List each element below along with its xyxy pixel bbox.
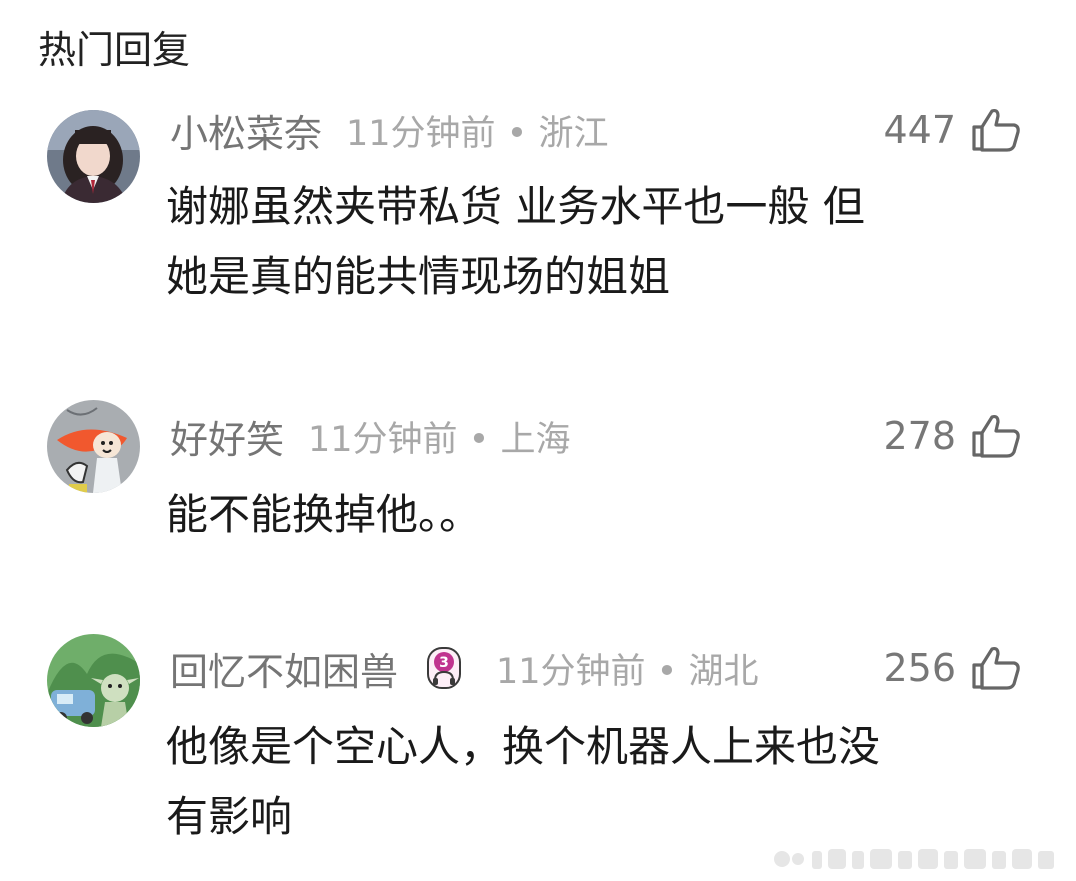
badge-level-text: 3: [439, 655, 449, 671]
comment-text-line: 她是真的能共情现场的姐姐: [166, 252, 671, 301]
comment-text: 他像是个空心人，换个机器人上来也没 有影响: [166, 712, 1026, 852]
time-location: 11分钟前 • 湖北: [496, 651, 759, 692]
comment-text-line: 谢娜虽然夹带私货 业务水平也一般 但: [166, 182, 865, 231]
thumbs-up-icon: [972, 108, 1020, 152]
user-avatar[interactable]: [47, 110, 140, 203]
like-button[interactable]: 447: [883, 102, 1022, 158]
comment-text-line: 能不能换掉他。。: [166, 490, 482, 539]
avatar-cartoon-red-hair-icon: [47, 400, 140, 493]
username[interactable]: 回忆不如困兽: [170, 641, 398, 696]
comment-meta: 回忆不如困兽 3 11分钟前 • 湖北: [170, 640, 758, 696]
user-avatar[interactable]: [47, 400, 140, 493]
avatar-girl-school-uniform-icon: [47, 110, 140, 203]
comment-meta: 小松菜奈 11分钟前 • 浙江: [170, 102, 608, 158]
time-location: 11分钟前 • 上海: [308, 419, 571, 460]
comment-text: 能不能换掉他。。: [166, 480, 1026, 550]
thumbs-up-icon: [972, 414, 1020, 458]
username[interactable]: 小松菜奈: [170, 103, 322, 158]
comment-text-line: 有影响: [166, 792, 293, 841]
username[interactable]: 好好笑: [170, 409, 284, 464]
like-button[interactable]: 256: [883, 640, 1022, 696]
user-avatar[interactable]: [47, 634, 140, 727]
thumbs-up-icon: [972, 646, 1020, 690]
comment-text: 谢娜虽然夹带私货 业务水平也一般 但 她是真的能共情现场的姐姐: [166, 172, 1026, 312]
watermark-icon: [774, 849, 1054, 869]
avatar-cartoon-goblin-car-icon: [47, 634, 140, 727]
comment-meta: 好好笑 11分钟前 • 上海: [170, 408, 570, 464]
time-location: 11分钟前 • 浙江: [346, 113, 609, 154]
user-level-badge-icon: 3: [427, 647, 462, 689]
like-count: 447: [883, 108, 956, 152]
like-button[interactable]: 278: [883, 408, 1022, 464]
like-count: 256: [883, 646, 956, 690]
section-title-hot-replies: 热门回复: [38, 28, 191, 72]
comment-text-line: 他像是个空心人，换个机器人上来也没: [166, 722, 881, 771]
like-count: 278: [883, 414, 956, 458]
